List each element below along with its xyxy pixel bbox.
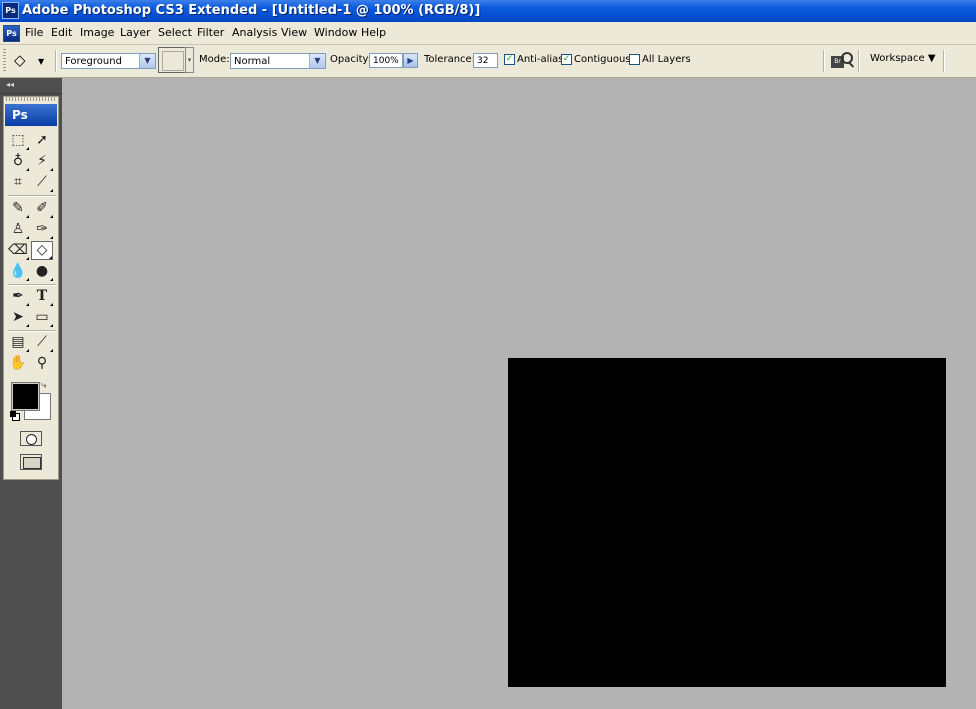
eyedropper-tool-icon[interactable]: ⟋ xyxy=(31,333,53,352)
zoom-tool-icon[interactable]: ⚲ xyxy=(31,354,53,373)
slice-tool-icon[interactable]: ⟋ xyxy=(31,173,53,192)
magic-wand-tool-icon[interactable]: ⚡ xyxy=(31,152,53,171)
tolerance-label: Tolerance: xyxy=(424,54,476,65)
document-canvas[interactable] xyxy=(508,358,946,687)
rectangle-tool-icon[interactable]: ▭ xyxy=(31,308,53,327)
chevron-down-icon: ▼ xyxy=(139,54,155,68)
type-tool-icon[interactable]: T xyxy=(31,287,53,306)
menu-analysis[interactable]: Analysis xyxy=(232,26,277,39)
foreground-color-swatch[interactable] xyxy=(12,383,39,410)
screen-mode-button[interactable] xyxy=(20,454,42,470)
quick-mask-icon xyxy=(26,434,37,445)
title-bar: Ps Adobe Photoshop CS3 Extended - [Untit… xyxy=(0,0,976,22)
options-separator xyxy=(943,50,945,72)
paint-bucket-icon: ◇ xyxy=(14,51,26,69)
crop-tool-icon[interactable]: ⌗ xyxy=(7,173,29,192)
tool-separator xyxy=(8,284,56,286)
menu-filter[interactable]: Filter xyxy=(197,26,224,39)
menu-view[interactable]: View xyxy=(281,26,307,39)
screen-mode-icon xyxy=(23,457,41,469)
window-title: Adobe Photoshop CS3 Extended - [Untitled… xyxy=(22,3,481,18)
options-bar-grip[interactable] xyxy=(3,49,6,73)
anti-alias-label: Anti-alias xyxy=(517,54,564,65)
tool-separator xyxy=(8,195,56,197)
quick-mask-button[interactable] xyxy=(20,431,42,446)
menu-image[interactable]: Image xyxy=(80,26,114,39)
lasso-tool-icon[interactable]: ♁ xyxy=(7,152,29,171)
app-menu-icon[interactable]: Ps xyxy=(3,25,20,42)
mode-label: Mode: xyxy=(199,54,230,65)
default-fg-square xyxy=(10,411,16,417)
fill-source-select[interactable]: Foreground ▼ xyxy=(61,53,156,69)
dodge-tool-icon[interactable]: ● xyxy=(31,262,53,281)
eraser-tool-icon[interactable]: ⌫ xyxy=(7,241,29,260)
opacity-label: Opacity: xyxy=(330,54,372,65)
healing-brush-tool-icon[interactable]: ✎ xyxy=(7,199,29,218)
mode-value: Normal xyxy=(234,56,271,67)
contiguous-label: Contiguous xyxy=(574,54,631,65)
clone-stamp-tool-icon[interactable]: ♙ xyxy=(7,220,29,239)
photoshop-logo-icon: Ps xyxy=(2,2,19,19)
magnifier-handle xyxy=(847,61,855,68)
pattern-picker[interactable] xyxy=(158,47,186,73)
marquee-tool-icon[interactable]: ⬚ xyxy=(7,131,29,150)
opacity-slider-arrow-icon[interactable]: ▶ xyxy=(403,53,418,68)
collapse-arrows-icon[interactable]: ◂◂ xyxy=(6,80,14,89)
paint-bucket-tool-icon[interactable]: ◇ xyxy=(31,241,53,260)
menu-bar: Ps File Edit Image Layer Select Filter A… xyxy=(0,22,976,45)
swap-colors-icon[interactable]: ⤷ xyxy=(41,380,47,391)
pattern-dropdown-arrow[interactable]: ▾ xyxy=(185,47,194,73)
opacity-input[interactable]: 100% xyxy=(369,53,403,68)
menu-window[interactable]: Window xyxy=(314,26,357,39)
menu-help[interactable]: Help xyxy=(361,26,386,39)
chevron-down-icon: ▼ xyxy=(38,57,45,66)
fill-source-value: Foreground xyxy=(65,56,122,67)
all-layers-label: All Layers xyxy=(642,54,691,65)
menu-select[interactable]: Select xyxy=(158,26,192,39)
brush-tool-icon[interactable]: ✐ xyxy=(31,199,53,218)
tolerance-input[interactable]: 32 xyxy=(473,53,498,68)
path-selection-tool-icon[interactable]: ➤ xyxy=(7,308,29,327)
chevron-down-icon: ▼ xyxy=(309,54,325,68)
blur-tool-icon[interactable]: 💧 xyxy=(7,262,29,281)
default-colors-icon[interactable] xyxy=(10,411,20,421)
dock-divider xyxy=(0,93,62,94)
anti-alias-checkbox[interactable]: ✓ xyxy=(504,54,515,65)
hand-tool-icon[interactable]: ✋ xyxy=(7,354,29,373)
pen-tool-icon[interactable]: ✒ xyxy=(7,287,29,306)
history-brush-tool-icon[interactable]: ✑ xyxy=(31,220,53,239)
options-separator xyxy=(55,50,57,72)
photoshop-badge[interactable]: Ps xyxy=(5,104,57,126)
menu-layer[interactable]: Layer xyxy=(120,26,151,39)
workspace-menu-button[interactable]: Workspace ▼ xyxy=(870,53,936,64)
all-layers-checkbox[interactable] xyxy=(629,54,640,65)
contiguous-checkbox[interactable]: ✓ xyxy=(561,54,572,65)
go-to-bridge-button[interactable]: Br xyxy=(829,51,855,71)
options-separator xyxy=(823,50,825,72)
menu-edit[interactable]: Edit xyxy=(51,26,72,39)
tool-preset-picker[interactable]: ◇ ▼ xyxy=(12,51,48,71)
notes-tool-icon[interactable]: ▤ xyxy=(7,333,29,352)
menu-file[interactable]: File xyxy=(25,26,43,39)
pattern-swatch xyxy=(162,51,184,71)
options-separator xyxy=(858,50,860,72)
move-tool-icon[interactable]: ➚ xyxy=(31,131,53,150)
tools-panel: Ps ⬚ ➚ ♁ ⚡ ⌗ ⟋ ✎ ✐ ♙ ✑ ⌫ ◇ 💧 ● ✒ T ➤ ▭ ▤… xyxy=(3,96,59,480)
tools-panel-grip[interactable] xyxy=(6,97,56,101)
mode-select[interactable]: Normal ▼ xyxy=(230,53,326,69)
tool-separator xyxy=(8,330,56,332)
